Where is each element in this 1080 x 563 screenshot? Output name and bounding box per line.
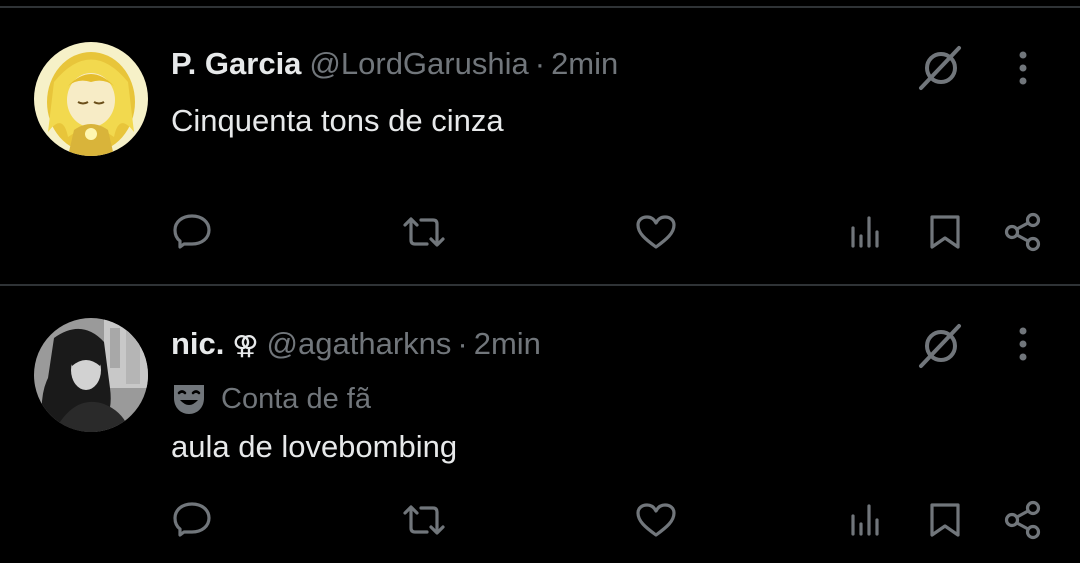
tweet-text: Cinquenta tons de cinza <box>171 103 504 138</box>
share-icon[interactable] <box>1003 212 1043 252</box>
tweet-text: aula de lovebombing <box>171 429 458 464</box>
profile-badge: ⚢ <box>232 330 259 360</box>
display-name[interactable]: nic. <box>171 326 224 362</box>
timestamp[interactable]: 2min <box>551 46 618 82</box>
views-icon[interactable] <box>849 502 883 536</box>
avatar[interactable] <box>34 318 148 432</box>
display-name[interactable]: P. Garcia <box>171 46 301 82</box>
more-options-icon[interactable] <box>1013 50 1033 86</box>
bw-photo-avatar-icon <box>34 318 148 432</box>
separator-dot: · <box>457 326 468 361</box>
grok-icon[interactable] <box>917 322 965 370</box>
views-icon[interactable] <box>849 214 883 248</box>
tweet-header: P. Garcia @LordGarushia · 2min <box>171 46 618 82</box>
retweet-icon[interactable] <box>401 504 447 536</box>
more-options-icon[interactable] <box>1013 326 1033 362</box>
avatar[interactable] <box>34 42 148 156</box>
anime-character-avatar-icon <box>34 42 148 156</box>
theater-masks-icon <box>174 385 204 414</box>
timestamp[interactable]: 2min <box>474 326 541 362</box>
fan-account-text: Conta de fã <box>221 382 371 415</box>
tweet-2[interactable]: nic. ⚢ @agatharkns · 2min Conta de fã au… <box>0 286 1080 563</box>
tweet-header: nic. ⚢ @agatharkns · 2min <box>171 326 541 362</box>
bookmark-icon[interactable] <box>927 213 963 251</box>
fan-account-label: Conta de fã <box>171 382 371 416</box>
user-handle[interactable]: @agatharkns <box>267 326 452 362</box>
separator-dot: · <box>534 46 546 81</box>
share-icon[interactable] <box>1003 500 1043 540</box>
bookmark-icon[interactable] <box>927 501 963 539</box>
reply-icon[interactable] <box>172 213 212 249</box>
like-icon[interactable] <box>635 502 677 538</box>
grok-icon[interactable] <box>917 44 965 92</box>
user-handle[interactable]: @LordGarushia <box>309 46 528 82</box>
like-icon[interactable] <box>635 214 677 250</box>
tweet-1[interactable]: P. Garcia @LordGarushia · 2min Cinquenta… <box>0 0 1080 284</box>
reply-icon[interactable] <box>172 501 212 537</box>
retweet-icon[interactable] <box>401 216 447 248</box>
